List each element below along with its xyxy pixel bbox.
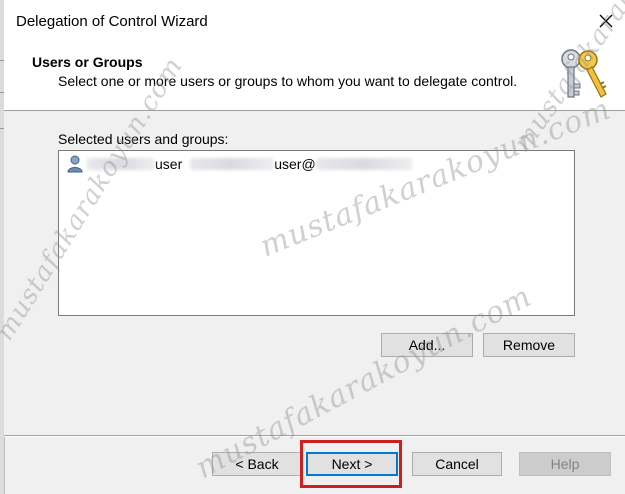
- page-title: Users or Groups: [32, 54, 143, 70]
- help-button[interactable]: Help: [519, 452, 611, 476]
- remove-button[interactable]: Remove: [483, 333, 575, 357]
- keys-icon: [561, 49, 607, 98]
- wizard-header: Users or Groups Select one or more users…: [4, 40, 625, 111]
- footer-divider-highlight: [4, 436, 625, 437]
- add-button[interactable]: Add...: [381, 333, 473, 357]
- user-name-suffix: user: [155, 156, 183, 172]
- dialog-window: Delegation of Control Wizard Users or Gr…: [0, 0, 625, 494]
- selected-users-list[interactable]: user user@: [58, 150, 575, 316]
- redacted-domain: [315, 158, 412, 170]
- list-item[interactable]: user user@: [67, 155, 412, 173]
- redacted-upn: [190, 158, 275, 170]
- title-bar: Delegation of Control Wizard: [4, 0, 625, 40]
- selected-users-label: Selected users and groups:: [58, 131, 229, 147]
- user-upn-suffix: user@: [274, 156, 316, 172]
- cancel-button[interactable]: Cancel: [412, 452, 502, 476]
- redacted-name: [87, 158, 155, 170]
- page-subtitle: Select one or more users or groups to wh…: [58, 73, 518, 89]
- close-icon: [599, 14, 613, 28]
- window-title: Delegation of Control Wizard: [16, 13, 208, 30]
- next-button[interactable]: Next >: [306, 452, 398, 476]
- wizard-body: Selected users and groups: user user@ Ad…: [4, 111, 625, 435]
- close-button[interactable]: [593, 8, 619, 34]
- user-icon: [67, 155, 83, 173]
- back-button[interactable]: < Back: [212, 452, 302, 476]
